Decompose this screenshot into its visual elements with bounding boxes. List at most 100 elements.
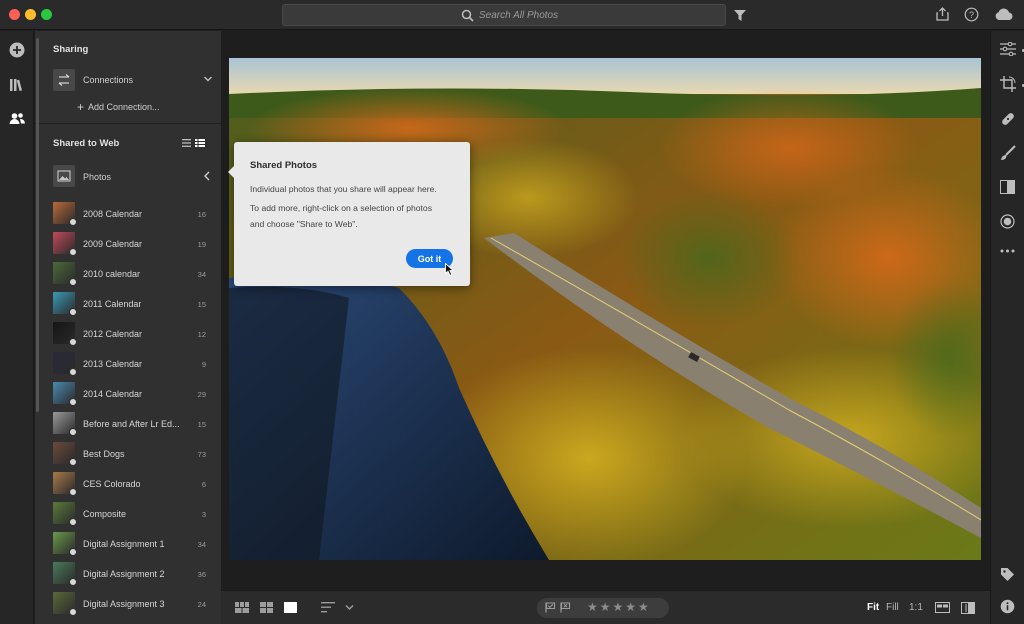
zoom-fit-button[interactable]: Fit	[867, 602, 879, 613]
maximize-window-button[interactable]	[41, 9, 52, 20]
shared-badge-icon	[69, 278, 77, 286]
shared-badge-icon	[69, 338, 77, 346]
zoom-fill-button[interactable]: Fill	[886, 602, 899, 613]
album-name: 2008 Calendar	[83, 209, 143, 219]
help-icon[interactable]: ?	[964, 7, 979, 22]
flag-and-rating-control: ★★★★★	[537, 598, 669, 618]
album-count: 34	[197, 540, 206, 549]
shared-badge-icon	[69, 488, 77, 496]
album-name: Digital Assignment 3	[83, 599, 165, 609]
mouse-cursor-icon	[445, 263, 454, 276]
chevron-left-icon[interactable]	[203, 171, 211, 181]
album-name: Digital Assignment 1	[83, 539, 165, 549]
album-item[interactable]: 2014 Calendar 29	[53, 382, 206, 406]
coach-mark-title: Shared Photos	[250, 160, 318, 171]
bottom-toolbar: ★★★★★ Fit Fill 1:1	[221, 590, 990, 624]
album-name: 2014 Calendar	[83, 389, 143, 399]
album-item[interactable]: Digital Assignment 2 36	[53, 562, 206, 586]
info-icon[interactable]	[1000, 599, 1015, 614]
shared-badge-icon	[69, 398, 77, 406]
album-item[interactable]: 2008 Calendar 16	[53, 202, 206, 226]
plus-icon: +	[77, 100, 85, 114]
coach-mark-text-line-3: and choose "Share to Web".	[250, 219, 358, 229]
keyword-tag-icon[interactable]	[1000, 567, 1015, 582]
svg-text:?: ?	[969, 10, 974, 20]
detail-view-icon[interactable]	[284, 602, 297, 613]
panel-scrollbar[interactable]	[36, 38, 39, 412]
album-item[interactable]: 2012 Calendar 12	[53, 322, 206, 346]
share-icon[interactable]	[936, 7, 949, 21]
album-name: 2012 Calendar	[83, 329, 143, 339]
album-item[interactable]: Digital Assignment 1 34	[53, 532, 206, 556]
search-input[interactable]	[479, 7, 679, 23]
list-view-icon[interactable]	[182, 139, 191, 147]
coach-mark-text-line-1: Individual photos that you share will ap…	[250, 184, 437, 194]
album-item[interactable]: Digital Assignment 3 24	[53, 592, 206, 616]
coach-mark-arrow	[228, 166, 234, 178]
radial-gradient-icon[interactable]	[1000, 214, 1015, 229]
compare-view-icon[interactable]	[961, 602, 975, 614]
search-box[interactable]	[282, 4, 726, 26]
album-item[interactable]: 2009 Calendar 19	[53, 232, 206, 256]
shared-badge-icon	[69, 578, 77, 586]
linear-gradient-icon[interactable]	[1000, 180, 1015, 194]
sharing-panel: Sharing Connections + Add Connection... S…	[35, 31, 221, 624]
reject-flag-icon[interactable]	[560, 602, 571, 613]
album-count: 12	[197, 330, 206, 339]
album-name: 2010 calendar	[83, 269, 141, 279]
my-photos-icon[interactable]	[7, 75, 27, 95]
chevron-down-icon[interactable]	[203, 74, 213, 84]
album-item[interactable]: Composite 3	[53, 502, 206, 526]
before-after-icon[interactable]	[935, 602, 950, 613]
detail-list-view-icon[interactable]	[195, 139, 205, 147]
zoom-one-to-one-button[interactable]: 1:1	[909, 602, 923, 613]
title-bar: ?	[0, 0, 1024, 30]
album-item[interactable]: 2011 Calendar 15	[53, 292, 206, 316]
album-item[interactable]: Before and After Lr Ed... 15	[53, 412, 206, 436]
main-photo[interactable]	[229, 58, 981, 560]
album-item[interactable]: 2010 calendar 34	[53, 262, 206, 286]
album-count: 73	[197, 450, 206, 459]
album-count: 3	[201, 510, 206, 519]
photo-grid-view-icon[interactable]	[260, 602, 273, 613]
close-window-button[interactable]	[9, 9, 20, 20]
minimize-window-button[interactable]	[25, 9, 36, 20]
sharing-title: Sharing	[53, 44, 89, 55]
star-rating[interactable]: ★★★★★	[587, 600, 651, 614]
shared-photos-row[interactable]: Photos	[53, 165, 213, 189]
right-toolbar	[990, 31, 1024, 624]
album-name: Composite	[83, 509, 127, 519]
shared-badge-icon	[69, 218, 77, 226]
album-name: 2013 Calendar	[83, 359, 143, 369]
album-name: 2009 Calendar	[83, 239, 143, 249]
shared-badge-icon	[69, 308, 77, 316]
more-options-icon[interactable]	[1000, 249, 1015, 253]
coach-mark-text-line-2: To add more, right-click on a selection …	[250, 203, 432, 213]
shared-badge-icon	[69, 458, 77, 466]
pick-flag-icon[interactable]	[545, 602, 556, 613]
album-item[interactable]: Best Dogs 73	[53, 442, 206, 466]
cloud-icon[interactable]	[994, 8, 1014, 21]
album-count: 34	[197, 270, 206, 279]
connections-row[interactable]: Connections	[53, 69, 213, 91]
shared-badge-icon	[69, 518, 77, 526]
crop-icon[interactable]	[1000, 76, 1016, 92]
sort-icon[interactable]	[321, 602, 335, 613]
album-item[interactable]: CES Colorado 6	[53, 472, 206, 496]
healing-brush-icon[interactable]	[1000, 111, 1016, 127]
brush-icon[interactable]	[1000, 145, 1016, 161]
album-count: 36	[197, 570, 206, 579]
add-photos-icon[interactable]	[7, 40, 27, 60]
photo-viewer	[221, 31, 990, 590]
left-toolbar	[0, 31, 34, 624]
album-count: 16	[197, 210, 206, 219]
sort-chevron-down-icon[interactable]	[345, 604, 354, 611]
edit-sliders-icon[interactable]	[1000, 42, 1016, 56]
add-connection-button[interactable]: + Add Connection...	[77, 99, 160, 114]
square-grid-view-icon[interactable]	[235, 602, 249, 613]
album-item[interactable]: 2013 Calendar 9	[53, 352, 206, 376]
album-count: 29	[197, 390, 206, 399]
filter-icon[interactable]	[734, 10, 746, 21]
album-count: 9	[201, 360, 206, 369]
shared-icon[interactable]	[7, 109, 27, 129]
